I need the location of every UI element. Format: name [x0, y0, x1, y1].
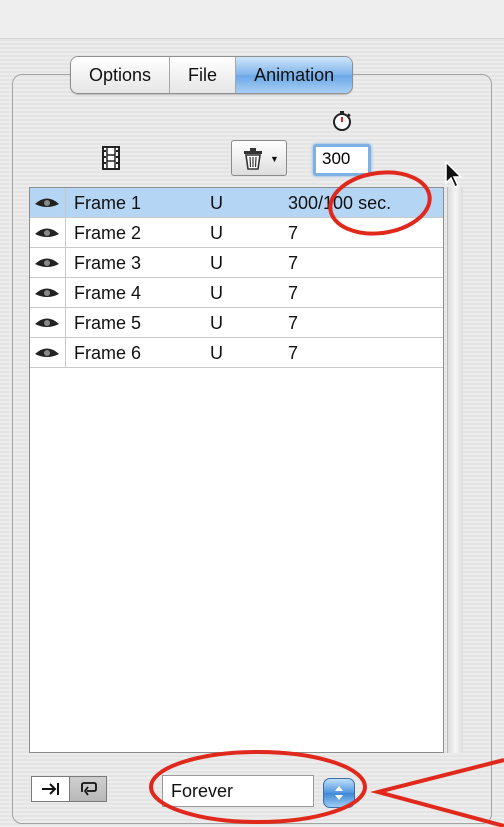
play-once-button[interactable] — [32, 777, 69, 801]
frame-delay-field[interactable] — [313, 144, 371, 176]
frame-name: Frame 5 — [74, 313, 142, 333]
tab-bar: Options File Animation — [70, 56, 354, 94]
eye-icon — [35, 198, 59, 207]
loop-icon — [80, 782, 97, 796]
tab-file[interactable]: File — [170, 57, 237, 93]
chevron-down-icon: ▼ — [270, 154, 279, 164]
frame-disposal: U — [210, 253, 223, 273]
frame-disposal: U — [210, 313, 223, 333]
frame-row[interactable]: Frame 6 U 7 — [30, 338, 443, 368]
eye-icon — [35, 258, 59, 267]
frame-disposal: U — [210, 343, 223, 363]
frame-delay: 7 — [288, 223, 299, 243]
frame-name: Frame 4 — [74, 283, 142, 303]
loop-count-stepper[interactable] — [323, 778, 355, 808]
visibility-toggle[interactable] — [30, 188, 66, 217]
frame-name: Frame 2 — [74, 223, 142, 243]
frame-name: Frame 1 — [74, 193, 142, 213]
eye-icon — [35, 228, 59, 237]
timer-icon — [333, 111, 351, 131]
frame-row[interactable]: Frame 2 U 7 — [30, 218, 443, 248]
frame-row[interactable]: Frame 1 U 300/100 sec. — [30, 188, 443, 218]
delete-frame-button[interactable]: ▼ — [231, 140, 287, 176]
frame-row[interactable]: Frame 4 U 7 — [30, 278, 443, 308]
eye-icon — [35, 348, 59, 357]
frame-delay: 7 — [288, 283, 299, 303]
eye-icon — [35, 318, 59, 327]
play-once-icon — [42, 783, 59, 795]
loop-button[interactable] — [68, 777, 106, 801]
window-top-bar — [0, 0, 504, 39]
frame-disposal: U — [210, 283, 223, 303]
visibility-toggle[interactable] — [30, 308, 66, 337]
frame-row[interactable]: Frame 5 U 7 — [30, 308, 443, 338]
frame-delay-input[interactable] — [316, 147, 368, 171]
loop-mode-buttons — [31, 776, 107, 802]
frame-name: Frame 6 — [74, 343, 142, 363]
eye-icon — [35, 288, 59, 297]
visibility-toggle[interactable] — [30, 218, 66, 247]
frame-delay: 300/100 sec. — [288, 193, 392, 213]
tab-animation[interactable]: Animation — [236, 57, 353, 93]
tab-options[interactable]: Options — [71, 57, 171, 93]
loop-count-select[interactable]: Forever — [162, 775, 314, 807]
frame-name: Frame 3 — [74, 253, 142, 273]
frame-list-scrollbar[interactable] — [447, 187, 463, 753]
frame-disposal: U — [210, 223, 223, 243]
visibility-toggle[interactable] — [30, 338, 66, 367]
frame-delay: 7 — [288, 253, 299, 273]
trash-icon — [244, 148, 262, 170]
visibility-toggle[interactable] — [30, 278, 66, 307]
up-down-arrows-icon — [335, 786, 343, 800]
frame-delay: 7 — [288, 313, 299, 333]
frame-delay: 7 — [288, 343, 299, 363]
visibility-toggle[interactable] — [30, 248, 66, 277]
frame-row[interactable]: Frame 3 U 7 — [30, 248, 443, 278]
film-strip-icon[interactable] — [97, 144, 125, 172]
frame-disposal: U — [210, 193, 223, 213]
